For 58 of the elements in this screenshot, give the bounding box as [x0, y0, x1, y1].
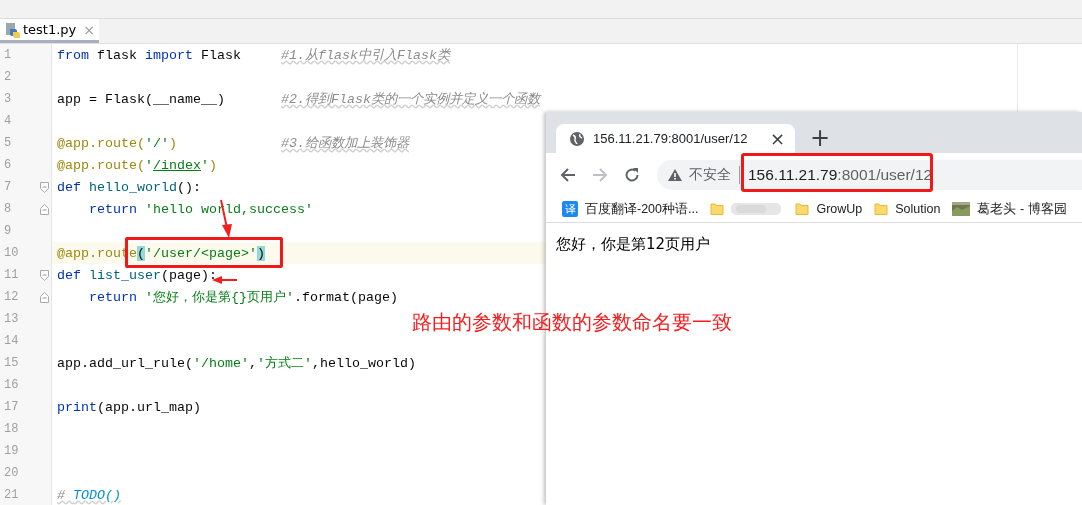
reload-icon: [623, 165, 641, 184]
code-line: def hello_world():: [57, 179, 201, 195]
new-tab-button[interactable]: +: [810, 126, 831, 150]
line-number: 11: [4, 268, 19, 282]
line-number: 17: [4, 400, 19, 414]
url-text: 156.11.21.79:8001/user/12: [748, 165, 933, 184]
bookmark[interactable]: GrowUp: [795, 201, 863, 217]
code-line: @app.route('/index'): [57, 157, 217, 173]
line-number: 19: [4, 444, 19, 458]
line-number: 20: [4, 466, 19, 480]
line-number: 1: [4, 48, 12, 62]
line-number: 2: [4, 70, 12, 84]
annotation-text: 路由的参数和函数的参数命名要一致: [412, 309, 732, 336]
code-line: def list_user(page):: [57, 267, 217, 283]
line-number: 8: [4, 202, 12, 216]
folder-icon: [795, 201, 810, 217]
address-bar[interactable]: 不安全 156.11.21.79:8001/user/12: [657, 159, 1082, 190]
line-number: 9: [4, 224, 12, 238]
blurred-label-drawing: [731, 201, 784, 217]
tab-title: 156.11.21.79:8001/user/12: [593, 131, 749, 146]
line-number: 6: [4, 158, 12, 172]
line-number: 14: [4, 334, 19, 348]
python-file-icon: [4, 21, 20, 38]
code-line: app = Flask(__name__) #2.得到Flask类的一个实例并定义一个函数: [57, 91, 540, 108]
line-number: 7: [4, 180, 12, 194]
line-number: 12: [4, 290, 19, 304]
arrow-drawing: [212, 275, 238, 285]
bookmark[interactable]: Solution: [874, 201, 941, 217]
code-line: app.add_url_rule('/home','方式二',hello_world): [57, 355, 416, 372]
line-number: 10: [4, 246, 19, 260]
line-number: 15: [4, 356, 19, 370]
close-icon[interactable]: ×: [769, 128, 785, 149]
folder-icon: [710, 201, 725, 217]
warning-icon: [667, 167, 683, 182]
translate-icon: 译: [562, 201, 578, 217]
line-number: 21: [4, 488, 19, 502]
forward-icon: [591, 165, 609, 184]
bookmark[interactable]: 葛老头 - 博客园: [952, 200, 1067, 218]
line-number: 5: [4, 136, 12, 150]
code-line: @app.route('/') #3.给函数加上装饰器: [57, 135, 409, 152]
line-number: 18: [4, 422, 19, 436]
folder-icon: [874, 201, 889, 217]
line-number: 3: [4, 92, 12, 106]
browser-tab[interactable]: 156.11.21.79:8001/user/12 ×: [556, 124, 795, 153]
globe-icon: [569, 130, 585, 147]
security-label: 不安全: [689, 165, 731, 184]
back-icon: [559, 165, 577, 184]
site-thumbnail-icon: [952, 201, 971, 217]
line-number: 16: [4, 378, 19, 392]
file-tab[interactable]: test1.py ×: [0, 19, 100, 43]
bookmark[interactable]: 译 百度翻译-200种语...: [562, 200, 699, 218]
line-number: 13: [4, 312, 19, 326]
page-text: 您好，你是第12页用户: [556, 235, 712, 254]
code-line: from flask import Flask #1.从flask中引入Flask类: [57, 47, 450, 64]
code-line: return '您好，你是第{}页用户'.format(page): [88, 289, 398, 306]
code-line: # TODO(): [57, 487, 121, 503]
code-line: print(app.url_map): [57, 399, 201, 415]
line-number: 4: [4, 114, 12, 128]
